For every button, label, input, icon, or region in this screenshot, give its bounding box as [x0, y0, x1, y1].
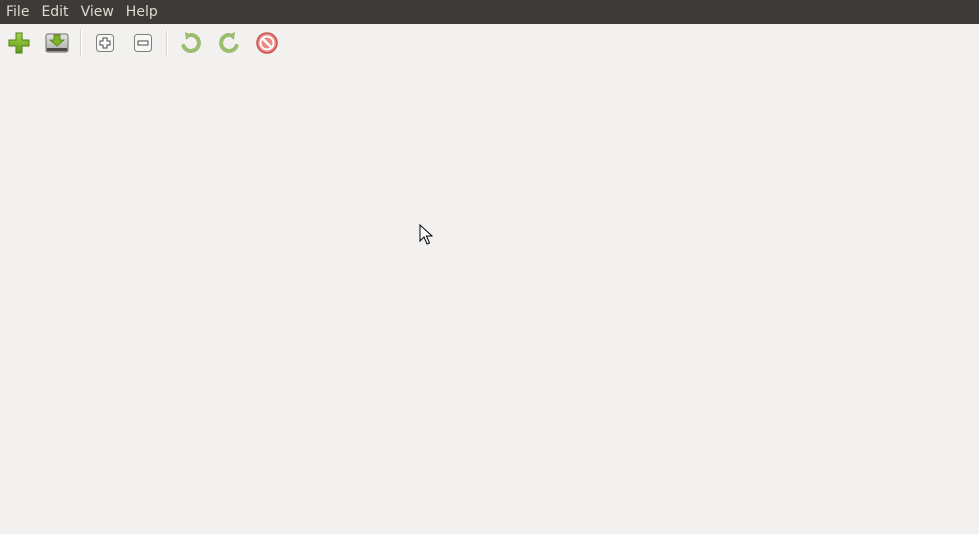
zoom-out-button[interactable]	[128, 28, 158, 58]
toolbar	[0, 24, 979, 62]
zoom-in-button[interactable]	[90, 28, 120, 58]
small-plus-icon	[96, 34, 114, 52]
mouse-cursor-icon	[419, 224, 433, 245]
menu-file[interactable]: File	[0, 0, 35, 24]
add-button[interactable]	[4, 28, 34, 58]
menu-help[interactable]: Help	[120, 0, 164, 24]
download-button[interactable]	[42, 28, 72, 58]
small-minus-icon	[134, 34, 152, 52]
app-window: File Edit View Help	[0, 0, 979, 534]
stop-button[interactable]	[252, 28, 282, 58]
toolbar-separator	[80, 30, 82, 56]
redo-button[interactable]	[214, 28, 244, 58]
main-content-area	[0, 62, 979, 534]
redo-arrow-icon	[219, 32, 239, 53]
toolbar-separator	[166, 30, 168, 56]
stop-icon	[256, 32, 278, 54]
menubar: File Edit View Help	[0, 0, 979, 24]
plus-icon	[8, 32, 30, 54]
menu-edit[interactable]: Edit	[35, 0, 74, 24]
download-drive-icon	[45, 33, 69, 53]
menu-view[interactable]: View	[75, 0, 120, 24]
undo-button[interactable]	[176, 28, 206, 58]
undo-arrow-icon	[181, 32, 201, 53]
